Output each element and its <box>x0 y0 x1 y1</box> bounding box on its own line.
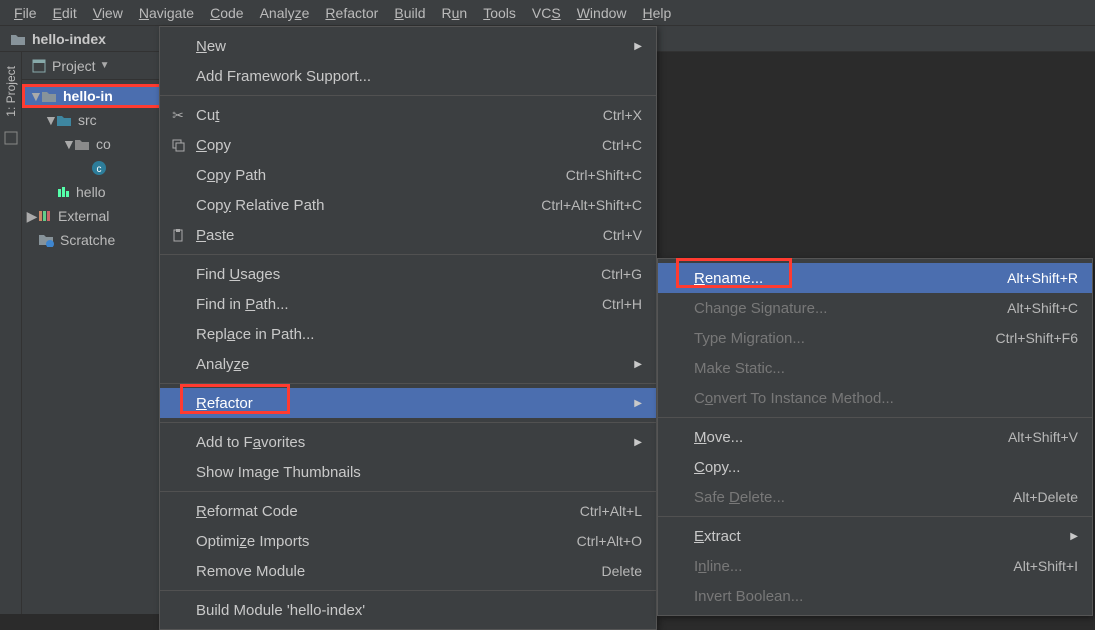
menu-item-rename[interactable]: Rename...Alt+Shift+R <box>658 263 1092 293</box>
chevron-right-icon: ▶ <box>634 41 642 52</box>
tree-ext-label: External <box>58 208 109 224</box>
source-folder-icon <box>56 114 72 127</box>
menubar: File Edit View Navigate Code Analyze Ref… <box>0 0 1095 26</box>
chevron-down-icon: ▼ <box>44 112 56 128</box>
menu-item-cut[interactable]: ✂ CutCtrl+X <box>160 100 656 130</box>
chevron-down-icon[interactable]: ▼ <box>100 60 110 71</box>
menu-item-move[interactable]: Move...Alt+Shift+V <box>658 422 1092 452</box>
menu-item-safe-delete: Safe Delete...Alt+Delete <box>658 482 1092 512</box>
menu-help[interactable]: Help <box>635 3 680 23</box>
tree-pkg-label: co <box>96 136 111 152</box>
menu-item-copy-refactor[interactable]: Copy... <box>658 452 1092 482</box>
menu-vcs[interactable]: VCS <box>524 3 569 23</box>
menu-code[interactable]: Code <box>202 3 251 23</box>
menu-separator <box>658 516 1092 517</box>
menu-separator <box>160 383 656 384</box>
menu-separator <box>658 417 1092 418</box>
menu-view[interactable]: View <box>85 3 131 23</box>
menu-item-analyze[interactable]: Analyze▶ <box>160 349 656 379</box>
menu-file[interactable]: File <box>6 3 45 23</box>
menu-analyze[interactable]: Analyze <box>252 3 318 23</box>
menu-item-convert-instance: Convert To Instance Method... <box>658 383 1092 413</box>
menu-refactor[interactable]: Refactor <box>317 3 386 23</box>
menu-item-add-framework[interactable]: Add Framework Support... <box>160 61 656 91</box>
scratch-icon <box>38 233 54 247</box>
cut-icon: ✂ <box>168 107 188 124</box>
menu-item-show-thumbnails[interactable]: Show Image Thumbnails <box>160 457 656 487</box>
menu-item-change-signature: Change Signature...Alt+Shift+C <box>658 293 1092 323</box>
tree-iml-label: hello <box>76 184 106 200</box>
menu-window[interactable]: Window <box>569 3 635 23</box>
breadcrumb-project[interactable]: hello-index <box>32 31 106 47</box>
svg-text:c: c <box>97 164 102 175</box>
package-icon <box>74 138 90 151</box>
menu-item-add-favorites[interactable]: Add to Favorites▶ <box>160 427 656 457</box>
refactor-submenu: Rename...Alt+Shift+R Change Signature...… <box>657 258 1093 616</box>
library-icon <box>38 209 52 223</box>
chevron-right-icon: ▶ <box>1070 531 1078 542</box>
menu-item-invert-boolean: Invert Boolean... <box>658 581 1092 611</box>
menu-item-make-static: Make Static... <box>658 353 1092 383</box>
paste-icon <box>168 228 188 242</box>
menu-item-refactor[interactable]: Refactor▶ <box>160 388 656 418</box>
module-icon <box>56 185 70 199</box>
chevron-right-icon: ▶ <box>634 437 642 448</box>
menu-item-new[interactable]: New▶ <box>160 31 656 61</box>
tool-stripe: 1: Project <box>0 52 22 614</box>
project-panel-title: Project <box>52 58 96 74</box>
chevron-right-icon: ▶ <box>634 398 642 409</box>
menu-navigate[interactable]: Navigate <box>131 3 202 23</box>
context-menu: New▶ Add Framework Support... ✂ CutCtrl+… <box>159 26 657 630</box>
menu-item-remove-module[interactable]: Remove ModuleDelete <box>160 556 656 586</box>
menu-item-copy[interactable]: CopyCtrl+C <box>160 130 656 160</box>
menu-item-find-usages[interactable]: Find UsagesCtrl+G <box>160 259 656 289</box>
folder-icon <box>10 32 26 46</box>
menu-build[interactable]: Build <box>386 3 433 23</box>
menu-edit[interactable]: Edit <box>45 3 85 23</box>
menu-item-optimize-imports[interactable]: Optimize ImportsCtrl+Alt+O <box>160 526 656 556</box>
tree-src-label: src <box>78 112 97 128</box>
project-view-icon <box>32 59 46 73</box>
chevron-right-icon: ▶ <box>26 208 38 225</box>
chevron-right-icon: ▶ <box>634 359 642 370</box>
menu-separator <box>160 254 656 255</box>
menu-item-copy-relative-path[interactable]: Copy Relative PathCtrl+Alt+Shift+C <box>160 190 656 220</box>
menu-item-replace-in-path[interactable]: Replace in Path... <box>160 319 656 349</box>
chevron-down-icon: ▼ <box>29 88 41 104</box>
folder-icon <box>41 90 57 103</box>
menu-run[interactable]: Run <box>434 3 476 23</box>
menu-separator <box>160 95 656 96</box>
menu-item-type-migration: Type Migration...Ctrl+Shift+F6 <box>658 323 1092 353</box>
structure-icon[interactable] <box>4 131 18 145</box>
menu-separator <box>160 491 656 492</box>
tree-scratch-label: Scratche <box>60 232 115 248</box>
copy-icon <box>168 138 188 152</box>
chevron-down-icon: ▼ <box>62 136 74 152</box>
menu-item-paste[interactable]: PasteCtrl+V <box>160 220 656 250</box>
menu-separator <box>160 590 656 591</box>
menu-item-find-in-path[interactable]: Find in Path...Ctrl+H <box>160 289 656 319</box>
menu-item-build-module[interactable]: Build Module 'hello-index' <box>160 595 656 625</box>
class-icon: c <box>92 161 106 175</box>
menu-item-extract[interactable]: Extract▶ <box>658 521 1092 551</box>
menu-separator <box>160 422 656 423</box>
tool-tab-project[interactable]: 1: Project <box>2 58 20 125</box>
menu-item-inline: Inline...Alt+Shift+I <box>658 551 1092 581</box>
menu-item-reformat-code[interactable]: Reformat CodeCtrl+Alt+L <box>160 496 656 526</box>
menu-tools[interactable]: Tools <box>475 3 524 23</box>
tree-root-label: hello-in <box>63 88 113 104</box>
menu-item-copy-path[interactable]: Copy PathCtrl+Shift+C <box>160 160 656 190</box>
